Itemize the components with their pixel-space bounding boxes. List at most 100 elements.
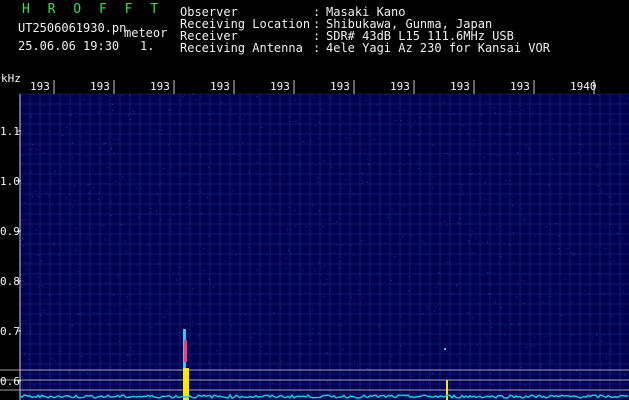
spectrogram-plot[interactable]: 193 193 193 193 193 193 193 193 193 1940 1.1 1.0 0.…	[0, 68, 629, 400]
noise-dot	[157, 262, 159, 264]
noise-dot	[596, 364, 598, 366]
noise-dot	[450, 219, 452, 221]
noise-dot	[468, 241, 470, 243]
noise-dot	[233, 358, 235, 360]
noise-dot	[40, 260, 42, 262]
noise-dot	[280, 360, 282, 362]
noise-dot	[496, 155, 498, 157]
noise-dot	[483, 156, 485, 158]
noise-dot	[517, 152, 519, 154]
noise-dot	[111, 95, 113, 97]
noise-dot	[419, 249, 421, 251]
noise-dot	[261, 346, 263, 348]
noise-dot	[72, 157, 74, 159]
noise-dot	[312, 309, 314, 311]
noise-dot	[271, 298, 273, 300]
noise-dot	[448, 261, 450, 263]
noise-dot	[472, 316, 474, 318]
noise-dot	[82, 370, 84, 372]
noise-dot	[312, 332, 314, 334]
noise-dot	[391, 355, 393, 357]
y-tick-label: 0.6	[0, 375, 20, 388]
noise-dot	[266, 254, 268, 256]
noise-dot	[77, 270, 79, 272]
noise-dot	[211, 140, 213, 142]
noise-dot	[515, 296, 517, 298]
noise-dot	[622, 284, 624, 286]
noise-dot	[70, 114, 72, 116]
noise-dot	[97, 312, 99, 314]
noise-dot	[521, 208, 523, 210]
noise-dot	[476, 301, 478, 303]
noise-dot	[318, 121, 320, 123]
noise-dot	[116, 381, 118, 383]
noise-dot	[212, 286, 214, 288]
noise-dot	[428, 382, 430, 384]
noise-dot	[85, 131, 87, 133]
noise-dot	[321, 267, 323, 269]
noise-dot	[101, 338, 103, 340]
noise-dot	[415, 120, 417, 122]
antenna-colon: :	[313, 41, 321, 55]
noise-dot	[396, 198, 398, 200]
noise-dot	[311, 161, 313, 163]
noise-dot	[295, 120, 297, 122]
noise-dot	[87, 184, 89, 186]
noise-dot	[259, 203, 261, 205]
noise-dot	[140, 350, 142, 352]
noise-dot	[294, 121, 296, 123]
noise-dot	[611, 205, 613, 207]
noise-dot	[446, 153, 448, 155]
noise-dot	[196, 126, 198, 128]
noise-dot	[572, 273, 574, 275]
noise-dot	[294, 99, 296, 101]
noise-dot	[452, 293, 454, 295]
noise-dot	[505, 180, 507, 182]
noise-dot	[207, 362, 209, 364]
noise-dot	[495, 142, 497, 144]
noise-dot	[353, 360, 355, 362]
noise-dot	[348, 195, 350, 197]
noise-dot	[342, 122, 344, 124]
noise-dot	[441, 346, 443, 348]
noise-dot	[283, 176, 285, 178]
noise-dot	[458, 217, 460, 219]
noise-dot	[101, 225, 103, 227]
y-tick-label: 0.9	[0, 225, 20, 238]
noise-dot	[587, 104, 589, 106]
noise-dot	[48, 130, 50, 132]
noise-dot	[113, 294, 115, 296]
noise-dot	[438, 282, 440, 284]
noise-dot	[106, 207, 108, 209]
noise-dot	[154, 129, 156, 131]
noise-dot	[573, 255, 575, 257]
noise-dot	[126, 355, 128, 357]
noise-dot	[203, 269, 205, 271]
noise-dot	[549, 258, 551, 260]
noise-dot	[125, 273, 127, 275]
noise-dot	[274, 131, 276, 133]
noise-dot	[540, 366, 542, 368]
noise-dot	[300, 248, 302, 250]
noise-dot	[285, 257, 287, 259]
noise-dot	[461, 194, 463, 196]
noise-dot	[287, 228, 289, 230]
noise-dot	[487, 271, 489, 273]
noise-dot	[434, 337, 436, 339]
noise-dot	[567, 247, 569, 249]
noise-dot	[353, 193, 355, 195]
noise-dot	[362, 179, 364, 181]
noise-dot	[625, 348, 627, 350]
noise-dot	[579, 122, 581, 124]
noise-dot	[617, 232, 619, 234]
noise-dot	[481, 114, 483, 116]
noise-dot	[37, 255, 39, 257]
antenna-label: Receiving Antenna	[180, 41, 303, 55]
noise-dot	[543, 336, 545, 338]
noise-dot	[429, 178, 431, 180]
noise-dot	[231, 387, 233, 389]
noise-dot	[327, 352, 329, 354]
noise-dot	[103, 225, 105, 227]
noise-dot	[419, 246, 421, 248]
noise-dot	[451, 325, 453, 327]
